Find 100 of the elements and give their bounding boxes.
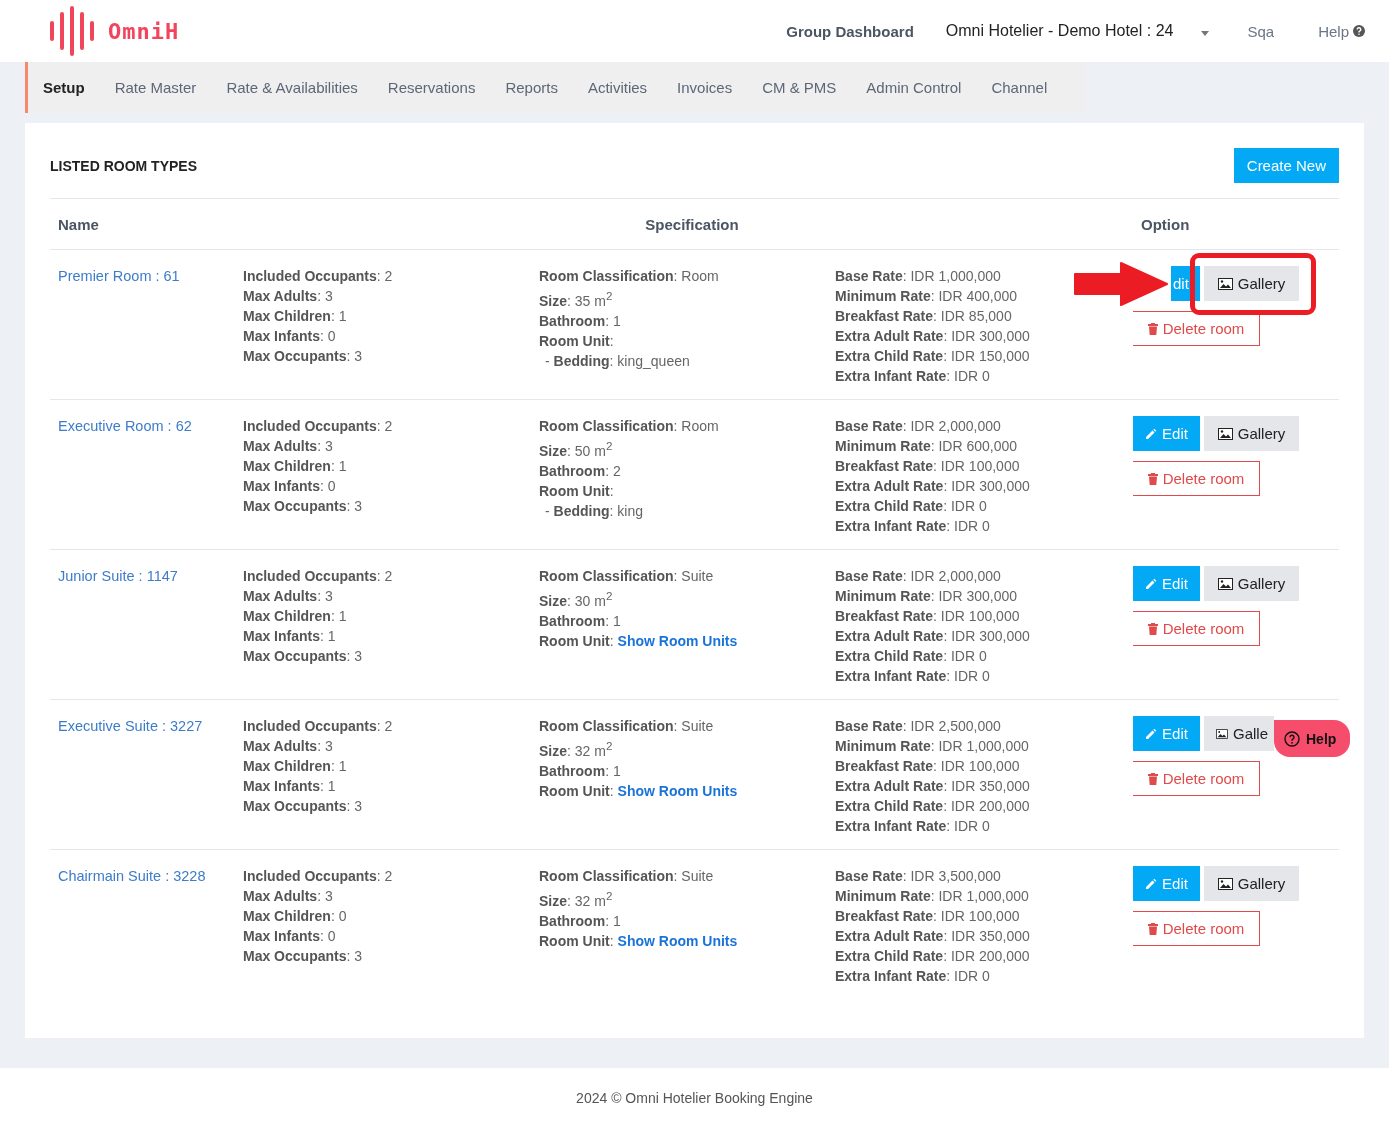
rate-detail: Minimum Rate: IDR 400,000 (835, 287, 1019, 306)
occupancy-detail: Included Occupants: 2 (243, 717, 394, 736)
gallery-button[interactable]: Gallery (1204, 566, 1299, 601)
group-dashboard-link[interactable]: Group Dashboard (786, 22, 914, 40)
occupancy-detail: Max Occupants: 3 (243, 497, 364, 516)
user-link[interactable]: Sqa (1247, 22, 1275, 40)
occupancy-detail: Included Occupants: 2 (243, 867, 394, 886)
occupancy-detail: Max Infants: 0 (243, 477, 337, 496)
spec-detail: Room Unit: (539, 632, 615, 649)
occupancy-detail: Max Adults: 3 (243, 437, 334, 456)
rate-detail: Extra Infant Rate: IDR 0 (835, 367, 991, 386)
delete-room-button[interactable]: Delete room (1133, 311, 1260, 346)
pencil-icon (1145, 877, 1158, 890)
gallery-button[interactable]: Gallery (1204, 266, 1299, 301)
occupancy-detail: Max Occupants: 3 (243, 647, 364, 666)
image-icon (1217, 577, 1233, 590)
spec-detail: Room Unit: (539, 331, 615, 351)
rate-detail: Extra Child Rate: IDR 200,000 (835, 797, 1031, 816)
image-icon (1217, 427, 1233, 440)
occupancy-detail: Max Occupants: 3 (243, 797, 364, 816)
question-icon (1284, 730, 1300, 747)
trash-icon (1147, 322, 1158, 335)
nav-tab[interactable]: Setup (43, 75, 85, 100)
nav-tab[interactable]: Reservations (387, 75, 476, 100)
edit-button[interactable]: Edit (1133, 416, 1200, 451)
spec-detail: Room Classification: Suite (539, 867, 715, 886)
rate-detail: Minimum Rate: IDR 600,000 (835, 437, 1019, 456)
nav-tab[interactable]: CM & PMS (762, 75, 837, 100)
gallery-button[interactable]: Gallery (1204, 416, 1299, 451)
occupancy-detail: Max Adults: 3 (243, 887, 334, 906)
bedding-detail: - Bedding: king_queen (544, 351, 691, 371)
occupancy-detail: Included Occupants: 2 (243, 567, 394, 586)
rate-detail: Minimum Rate: IDR 1,000,000 (835, 887, 1030, 906)
rate-detail: Breakfast Rate: IDR 85,000 (835, 307, 1013, 326)
rate-detail: Extra Infant Rate: IDR 0 (835, 667, 991, 686)
show-room-units-link[interactable]: Show Room Units (617, 632, 738, 649)
room-name-link[interactable]: Junior Suite : 1147 (58, 568, 178, 584)
delete-room-button[interactable]: Delete room (1133, 911, 1260, 946)
delete-room-button[interactable]: Delete room (1133, 611, 1260, 646)
occupancy-detail: Max Children: 1 (243, 307, 348, 326)
spec-detail: Bathroom: 1 (539, 761, 622, 781)
question-icon (1353, 25, 1365, 37)
rate-detail: Extra Infant Rate: IDR 0 (835, 817, 991, 836)
show-room-units-link[interactable]: Show Room Units (617, 932, 738, 949)
rate-detail: Breakfast Rate: IDR 100,000 (835, 757, 1021, 776)
room-name-link[interactable]: Chairmain Suite : 3228 (58, 868, 206, 884)
show-room-units-link[interactable]: Show Room Units (617, 782, 738, 799)
nav-tab[interactable]: Channel (991, 75, 1048, 100)
help-link[interactable]: Help (1318, 22, 1365, 40)
spec-detail: Bathroom: 1 (539, 311, 622, 331)
rate-detail: Minimum Rate: IDR 300,000 (835, 587, 1019, 606)
rate-detail: Extra Adult Rate: IDR 300,000 (835, 327, 1031, 346)
spec-detail: Size: 50 m$^{2}$ (539, 438, 614, 461)
caret-icon (1201, 30, 1210, 36)
nav-tab[interactable]: Reports (505, 75, 558, 100)
trash-icon (1147, 472, 1158, 485)
occupancy-detail: Included Occupants: 2 (243, 417, 394, 436)
column-header: Specification (644, 215, 740, 233)
rate-detail: Base Rate: IDR 3,500,000 (835, 867, 1002, 886)
room-name-link[interactable]: Premier Room : 61 (58, 268, 180, 284)
image-icon (1216, 727, 1228, 740)
spec-detail: Room Unit: (539, 782, 615, 799)
occupancy-detail: Max Children: 1 (243, 757, 348, 776)
occupancy-detail: Max Occupants: 3 (243, 947, 364, 966)
occupancy-detail: Max Children: 1 (243, 457, 348, 476)
rate-detail: Base Rate: IDR 2,500,000 (835, 717, 1002, 736)
edit-button[interactable]: Edit (1133, 566, 1200, 601)
room-name-link[interactable]: Executive Suite : 3227 (58, 718, 203, 734)
edit-button[interactable]: Edit (1133, 716, 1200, 751)
nav-tab[interactable]: Invoices (677, 75, 733, 100)
spec-detail: Bathroom: 1 (539, 611, 622, 631)
rate-detail: Base Rate: IDR 2,000,000 (835, 417, 1002, 436)
help-button[interactable]: Help (1274, 720, 1351, 757)
nav-tab[interactable]: Rate Master (114, 75, 197, 100)
nav-tab[interactable]: Rate & Availabilities (226, 75, 358, 100)
spec-detail: Room Unit: (539, 932, 615, 949)
rate-detail: Extra Child Rate: IDR 200,000 (835, 947, 1031, 966)
delete-room-button[interactable]: Delete room (1133, 461, 1260, 496)
column-header: Name (57, 215, 100, 233)
room-name-link[interactable]: Executive Room : 62 (58, 418, 192, 434)
pencil-icon (1145, 577, 1158, 590)
delete-room-button[interactable]: Delete room (1133, 761, 1260, 796)
rate-detail: Extra Child Rate: IDR 0 (835, 497, 988, 516)
nav-tab[interactable]: Activities (587, 75, 648, 100)
occupancy-detail: Max Occupants: 3 (243, 347, 364, 366)
create-new-button[interactable]: Create New (1233, 148, 1339, 183)
hotel-select[interactable]: Omni Hotelier - Demo Hotel : 24 (945, 22, 1210, 40)
nav-tab[interactable]: Admin Control (866, 75, 962, 100)
occupancy-detail: Max Infants: 0 (243, 927, 337, 946)
rate-detail: Extra Adult Rate: IDR 300,000 (835, 627, 1031, 646)
spec-detail: Room Classification: Room (539, 267, 720, 286)
edit-button[interactable]: Edit (1133, 866, 1200, 901)
occupancy-detail: Max Children: 0 (243, 907, 348, 926)
logo-icon (50, 6, 96, 56)
brand-name: OmniH (108, 18, 180, 44)
gallery-button[interactable]: Gallery (1204, 866, 1299, 901)
image-icon (1217, 877, 1233, 890)
rate-detail: Minimum Rate: IDR 1,000,000 (835, 737, 1030, 756)
spec-detail: Bathroom: 2 (539, 461, 622, 481)
gallery-button[interactable]: Galle (1204, 716, 1274, 751)
